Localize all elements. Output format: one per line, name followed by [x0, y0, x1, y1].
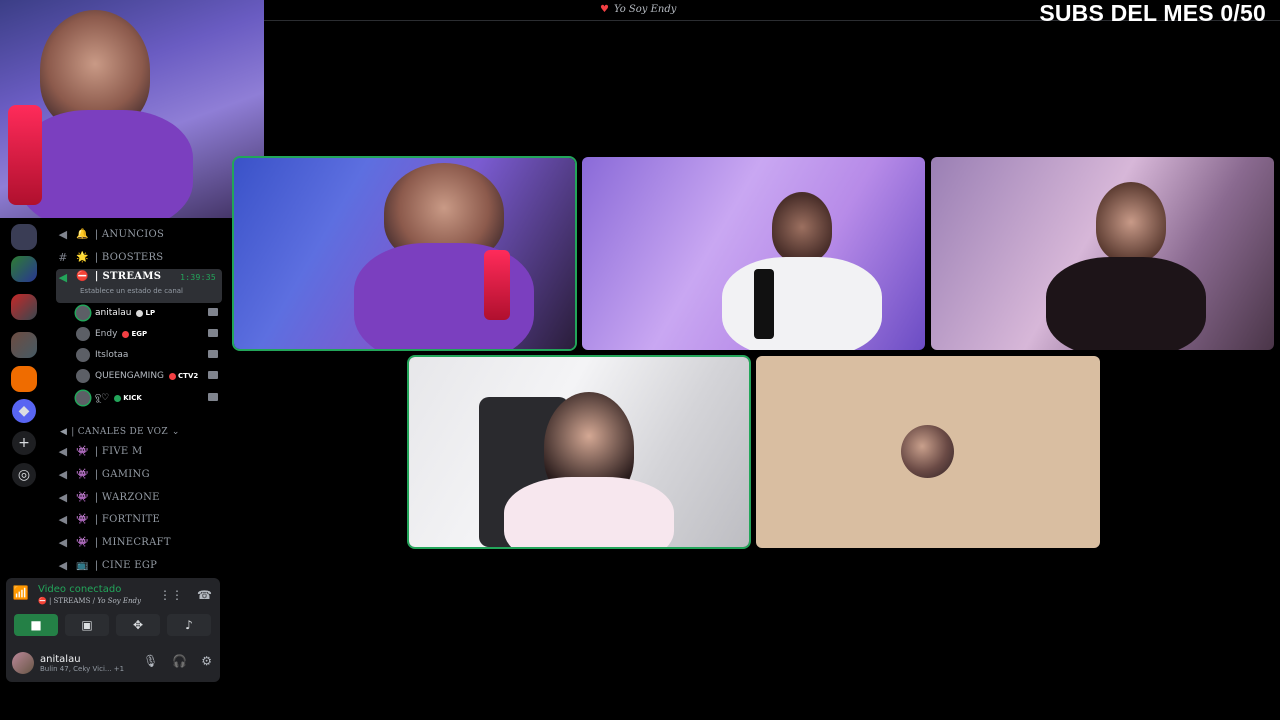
- speaker-icon: ◀: [58, 512, 68, 526]
- username: anitalau: [40, 653, 81, 665]
- camera-icon: [208, 371, 218, 379]
- camera-icon: [208, 350, 218, 358]
- video-tile[interactable]: [582, 157, 925, 350]
- user-panel[interactable]: anitalau Bulin 47, Ceky Vici... +1 🎙 🎧 ⚙: [12, 650, 214, 676]
- speaker-icon: ◀: [60, 427, 68, 437]
- chevron-down-icon: ⌄: [171, 427, 180, 437]
- avatar: [76, 348, 90, 362]
- voice-channel[interactable]: ◀ 👾 | FORTNITE: [56, 509, 222, 529]
- member-badge: CTV2: [169, 372, 198, 380]
- camera-button[interactable]: ■: [14, 614, 58, 636]
- gear-icon[interactable]: ⚙: [201, 654, 212, 668]
- camera-icon: [208, 393, 218, 401]
- video-tile[interactable]: [409, 357, 749, 547]
- member-row[interactable]: ବୁ♡ KICK: [76, 389, 218, 407]
- server-folder-icon[interactable]: [11, 256, 37, 282]
- avatar[interactable]: [12, 652, 34, 674]
- avatar: [76, 306, 90, 320]
- speaker-icon: ◀: [58, 490, 68, 504]
- add-server-icon[interactable]: +: [12, 431, 36, 455]
- avatar: [901, 425, 954, 478]
- server-title: ♥ Yo Soy Endy: [600, 4, 676, 15]
- avatar: [76, 391, 90, 405]
- channel-anuncios[interactable]: ◀ 🔔 | ANUNCIOS: [56, 224, 222, 244]
- activities-button[interactable]: ✥: [116, 614, 160, 636]
- explore-icon[interactable]: ◎: [12, 463, 36, 487]
- server-folder-icon[interactable]: [11, 332, 37, 358]
- category-header[interactable]: ◀ | CANALES DE VOZ ⌄: [60, 427, 180, 437]
- speaker-icon: ◀: [58, 467, 68, 481]
- avatar: [76, 327, 90, 341]
- channel-streams[interactable]: ◀ ⛔ | STREAMS 1:39:35 Establece un estad…: [56, 269, 222, 303]
- member-row[interactable]: QUEENGAMING CTV2: [76, 367, 218, 385]
- heart-icon: ♥: [600, 4, 609, 15]
- speaker-icon: ◀: [58, 271, 68, 284]
- video-tile[interactable]: [931, 157, 1274, 350]
- member-row[interactable]: anitalau LP: [76, 304, 218, 322]
- voice-channel[interactable]: ◀ 👾 | FIVE M: [56, 441, 222, 461]
- server-rail: ◆ + ◎: [0, 218, 48, 488]
- voice-channel[interactable]: ◀ 👾 | GAMING: [56, 464, 222, 484]
- member-badge: EGP: [122, 330, 147, 338]
- member-row[interactable]: Itslotaa: [76, 346, 218, 364]
- server-title-text: Yo Soy Endy: [613, 4, 677, 15]
- voice-channel[interactable]: ◀ 👾 | WARZONE: [56, 487, 222, 507]
- video-tile[interactable]: [234, 158, 575, 349]
- subs-counter-overlay: SUBS DEL MES 0/50: [1039, 0, 1266, 26]
- megaphone-icon: ◀: [58, 227, 68, 241]
- camera-icon: [208, 308, 218, 316]
- speaker-icon: ◀: [58, 558, 68, 572]
- user-activity: Bulin 47, Ceky Vici... +1: [40, 664, 125, 673]
- server-icon[interactable]: [11, 224, 37, 250]
- disconnect-icon[interactable]: ☎: [197, 588, 212, 602]
- voice-status: Video conectado: [38, 584, 122, 595]
- speaker-icon: ◀: [58, 444, 68, 458]
- headphones-icon[interactable]: 🎧: [172, 654, 187, 668]
- voice-channel[interactable]: ◀ 📺 | CINE EGP: [56, 555, 222, 575]
- channel-status[interactable]: Establece un estado de canal: [80, 287, 183, 295]
- speaker-icon: ◀: [58, 535, 68, 549]
- member-badge: LP: [136, 309, 155, 317]
- avatar: [76, 369, 90, 383]
- signal-icon[interactable]: 📶: [12, 586, 30, 604]
- voice-location[interactable]: ⛔ | STREAMS / Yo Soy Endy: [38, 597, 141, 605]
- stream-timer: 1:39:35: [180, 273, 216, 282]
- profile-tile[interactable]: [756, 356, 1100, 548]
- microphone-icon[interactable]: 🎙: [143, 654, 158, 668]
- voice-connection-panel: 📶 Video conectado ⛔ | STREAMS / Yo Soy E…: [6, 578, 220, 682]
- voice-channel[interactable]: ◀ 👾 | MINECRAFT: [56, 532, 222, 552]
- screen-share-button[interactable]: ▣: [65, 614, 109, 636]
- discover-icon[interactable]: ◆: [12, 399, 36, 423]
- streamer-webcam-overlay: [0, 0, 264, 218]
- hash-icon: #: [58, 250, 68, 264]
- noise-suppression-icon[interactable]: ⋮⋮: [159, 588, 183, 602]
- member-badge: KICK: [114, 394, 142, 402]
- server-icon[interactable]: [11, 366, 37, 392]
- camera-icon: [208, 329, 218, 337]
- channel-boosters[interactable]: # 🌟 | BOOSTERS: [56, 247, 222, 267]
- soundboard-button[interactable]: ♪: [167, 614, 211, 636]
- server-folder-icon[interactable]: [11, 294, 37, 320]
- member-row[interactable]: Endy EGP: [76, 325, 218, 343]
